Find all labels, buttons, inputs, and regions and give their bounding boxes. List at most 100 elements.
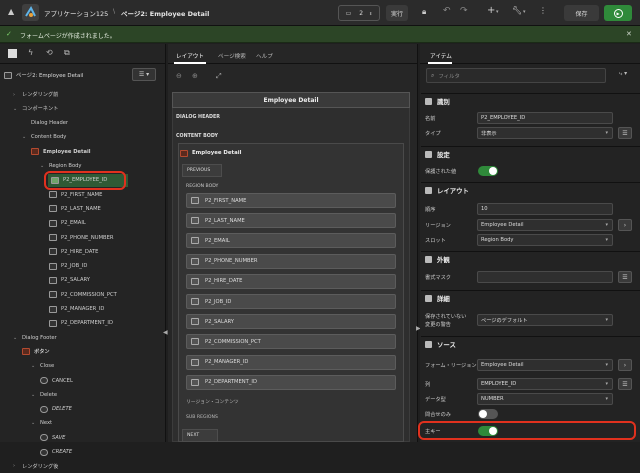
run-page-button[interactable]: ▶ bbox=[604, 5, 632, 21]
page-selector[interactable]: ▭ 2 ⬍ bbox=[338, 5, 380, 21]
tree-node[interactable]: P2_DEPARTMENT_ID bbox=[0, 317, 160, 330]
list-icon[interactable]: ☰ bbox=[618, 127, 632, 139]
tree-node[interactable]: ボタン bbox=[0, 345, 160, 358]
section-identification[interactable]: 識別 bbox=[421, 93, 640, 109]
tree-node[interactable]: ⌄ Dialog Footer bbox=[0, 331, 160, 344]
tree-node[interactable]: CREATE bbox=[0, 446, 160, 459]
tree-node[interactable]: Dialog Header bbox=[0, 117, 160, 130]
close-icon[interactable]: ✕ bbox=[626, 30, 632, 38]
datatype-select[interactable]: NUMBER ▾ bbox=[477, 393, 613, 405]
previous-slot[interactable]: PREVIOUS bbox=[182, 164, 222, 177]
tree-node[interactable]: P2_PHONE_NUMBER bbox=[0, 231, 160, 244]
format-mask-field[interactable] bbox=[477, 271, 613, 283]
section-settings[interactable]: 設定 bbox=[421, 146, 640, 162]
warn-select[interactable]: ページのデフォルト ▾ bbox=[477, 314, 613, 326]
form-region-select[interactable]: Employee Detail ▾ bbox=[477, 359, 613, 371]
dynamic-action-tab-icon[interactable]: ϟ bbox=[28, 48, 33, 57]
app-title[interactable]: アプリケーション125 bbox=[44, 8, 108, 18]
tree-node[interactable]: P2_LAST_NAME bbox=[0, 202, 160, 215]
shared-components-tab-icon[interactable]: ⧉ bbox=[64, 48, 70, 58]
wrench-chevron-icon[interactable]: ▾ bbox=[523, 9, 526, 15]
run-button[interactable]: 実行 bbox=[386, 5, 408, 21]
zoom-in-icon[interactable]: ⊕ bbox=[192, 72, 198, 80]
list-icon[interactable]: ☰ bbox=[618, 378, 632, 390]
sequence-field[interactable]: 10 bbox=[477, 203, 613, 215]
tree-node-label: Delete bbox=[40, 391, 58, 398]
tree-node[interactable]: ⌄ Close bbox=[0, 360, 160, 373]
list-icon[interactable]: ☰ bbox=[618, 271, 632, 283]
layout-item[interactable]: P2_PHONE_NUMBER bbox=[186, 253, 396, 269]
layout-item[interactable]: P2_HIRE_DATE bbox=[186, 273, 396, 289]
add-icon[interactable]: + bbox=[487, 5, 495, 16]
tree-node[interactable]: P2_HIRE_DATE bbox=[0, 245, 160, 258]
tree-node[interactable]: › レンダリング前 bbox=[0, 88, 160, 101]
tree-node[interactable]: P2_FIRST_NAME bbox=[0, 188, 160, 201]
save-button[interactable]: 保存 bbox=[564, 5, 599, 21]
layout-item[interactable]: P2_LAST_NAME bbox=[186, 213, 396, 229]
tree-node[interactable]: P2_MANAGER_ID bbox=[0, 303, 160, 316]
inner-region-header[interactable]: Employee Detail bbox=[180, 147, 300, 159]
layout-item[interactable]: P2_FIRST_NAME bbox=[186, 193, 396, 208]
tree-node[interactable]: ⌄ Next bbox=[0, 417, 160, 430]
processing-tab-icon[interactable]: ⟲ bbox=[46, 48, 53, 57]
region-select[interactable]: Employee Detail ▾ bbox=[477, 219, 613, 231]
more-icon[interactable]: ⋮ bbox=[539, 6, 547, 15]
layout-item[interactable]: P2_EMAIL bbox=[186, 233, 396, 249]
splitter-left[interactable]: ◀ bbox=[163, 329, 168, 336]
tree-node[interactable]: P2_SALARY bbox=[0, 274, 160, 287]
tree-node-label: レンダリング前 bbox=[22, 92, 59, 98]
tab-item[interactable]: アイテム bbox=[430, 52, 452, 60]
page-number[interactable]: 2 bbox=[359, 10, 363, 17]
tree-node[interactable]: ⌄ コンポーネント bbox=[0, 102, 160, 115]
region-title-bar[interactable]: Employee Detail bbox=[172, 92, 410, 108]
tree-node[interactable]: ⌄ Region Body bbox=[0, 160, 160, 173]
layout-item[interactable]: P2_MANAGER_ID bbox=[186, 354, 396, 370]
next-slot[interactable]: NEXT bbox=[182, 429, 218, 442]
tree-node-label: CANCEL bbox=[52, 377, 73, 384]
wrench-icon[interactable]: 🔧︎ bbox=[512, 6, 522, 15]
name-field[interactable]: P2_EMPLOYEE_ID bbox=[477, 112, 613, 124]
undo-icon[interactable]: ↶ bbox=[443, 6, 451, 16]
column-select[interactable]: EMPLOYEE_ID ▾ bbox=[477, 378, 613, 390]
up-arrow-icon[interactable]: ▲ bbox=[8, 7, 14, 16]
tree-node[interactable]: SAVE bbox=[0, 431, 160, 444]
tree-node[interactable]: Employee Detail bbox=[0, 145, 160, 158]
section-source[interactable]: ソース bbox=[421, 336, 640, 352]
layout-item[interactable]: P2_SALARY bbox=[186, 314, 396, 330]
chevron-right-icon[interactable]: › bbox=[618, 219, 632, 231]
tree-node[interactable]: ⌄ Content Body bbox=[0, 131, 160, 144]
layout-item[interactable]: P2_COMMISSION_PCT bbox=[186, 334, 396, 350]
layout-item[interactable]: P2_DEPARTMENT_ID bbox=[186, 374, 396, 390]
page-title[interactable]: ページ2: Employee Detail bbox=[121, 8, 209, 18]
spinner-icon[interactable]: ⬍ bbox=[369, 11, 372, 16]
tree-node[interactable]: P2_EMAIL bbox=[0, 217, 160, 230]
section-advanced[interactable]: 詳細 bbox=[421, 290, 640, 306]
query-only-toggle[interactable] bbox=[478, 409, 498, 419]
add-chevron-icon[interactable]: ▾ bbox=[496, 9, 499, 15]
zoom-out-icon[interactable]: ⊖ bbox=[176, 72, 182, 80]
rendering-tab-icon[interactable] bbox=[8, 49, 17, 58]
filter-menu-button[interactable]: ⤷ ▾ bbox=[614, 70, 632, 82]
tab-layout[interactable]: レイアウト bbox=[176, 52, 204, 60]
tree-node[interactable]: P2_JOB_ID bbox=[0, 260, 160, 273]
section-layout[interactable]: レイアウト bbox=[421, 182, 640, 198]
tree-node[interactable]: DELETE bbox=[0, 403, 160, 416]
tab-page-search[interactable]: ページ検索 bbox=[218, 52, 246, 60]
lock-icon[interactable]: 🔒︎ bbox=[422, 7, 426, 17]
filter-input[interactable]: ⌕ フィルタ bbox=[426, 68, 606, 83]
tab-help[interactable]: ヘルプ bbox=[256, 52, 273, 60]
redo-icon[interactable]: ↷ bbox=[460, 6, 468, 16]
tree-node[interactable]: P2_EMPLOYEE_ID bbox=[44, 170, 128, 190]
section-appearance[interactable]: 外観 bbox=[421, 251, 640, 267]
protected-toggle[interactable] bbox=[478, 166, 498, 176]
tree-node[interactable]: ⌄ Delete bbox=[0, 388, 160, 401]
tree-node[interactable]: P2_COMMISSION_PCT bbox=[0, 288, 160, 301]
chevron-right-icon[interactable]: › bbox=[618, 359, 632, 371]
type-select[interactable]: 非表示 ▾ bbox=[477, 127, 613, 139]
expand-icon[interactable]: ⤢ bbox=[216, 72, 222, 81]
slot-select[interactable]: Region Body ▾ bbox=[477, 234, 613, 246]
tree-node[interactable]: CANCEL bbox=[0, 374, 160, 387]
tree-menu-button[interactable]: ☰ ▾ bbox=[132, 68, 156, 81]
tree-node[interactable]: › レンダリング後 bbox=[0, 460, 160, 473]
layout-item[interactable]: P2_JOB_ID bbox=[186, 294, 396, 309]
